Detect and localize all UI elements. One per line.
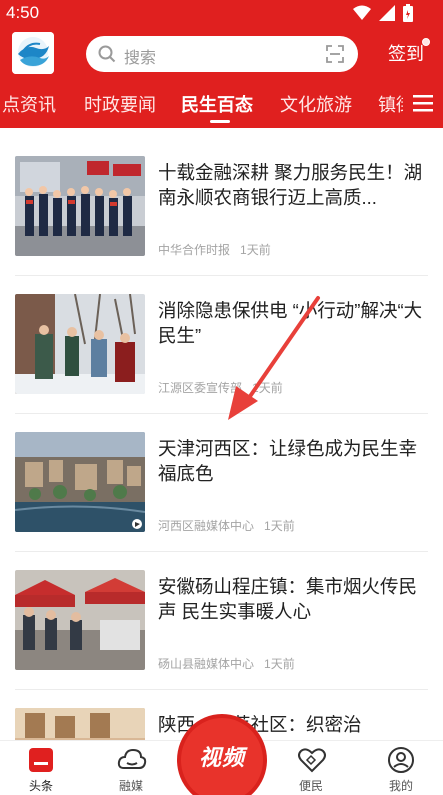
- active-tab-indicator: [210, 120, 230, 123]
- article-time: 1天前: [240, 243, 271, 257]
- article-source: 中华合作时报: [158, 243, 231, 257]
- article-item[interactable]: 安徽砀山程庄镇：集市烟火传民声 民生实事暖人心 砀山县融媒体中心 1天前: [0, 552, 443, 690]
- tab-wenhua[interactable]: 文化旅游: [280, 91, 352, 117]
- battery-icon: [403, 4, 413, 22]
- article-title: 安徽砀山程庄镇：集市烟火传民声 民生实事暖人心: [158, 576, 418, 622]
- nav-mine[interactable]: 我的: [371, 741, 431, 795]
- article-thumbnail: [15, 156, 145, 256]
- article-thumbnail: [15, 294, 145, 394]
- app-logo-icon: [12, 32, 54, 74]
- article-source: 河西区融媒体中心: [158, 519, 255, 533]
- nav-label: 融媒: [118, 779, 143, 793]
- article-item[interactable]: 天津河西区：让绿色成为民生幸福底色 河西区融媒体中心 1天前: [0, 414, 443, 552]
- user-icon: [388, 747, 414, 773]
- article-title: 消除隐患保供电 “小行动”解决“大民生”: [158, 300, 423, 346]
- article-source: 砀山县融媒体中心: [158, 657, 255, 671]
- status-time: 4:50: [6, 3, 40, 22]
- search-placeholder: 搜索: [124, 50, 157, 67]
- article-title: 十载金融深耕 聚力服务民生！湖南永顺农商银行迈上高质...: [158, 162, 423, 208]
- article-source: 江源区委宣传部: [158, 381, 243, 395]
- article-thumbnail: [15, 432, 145, 532]
- headline-icon: [29, 748, 53, 772]
- tab-minsheng[interactable]: 民生百态: [181, 91, 253, 117]
- search-bar[interactable]: 搜索: [86, 36, 358, 72]
- tab-dianzixun[interactable]: 点资讯: [2, 91, 56, 117]
- article-meta: 砀山县融媒体中心 1天前: [158, 655, 305, 672]
- nav-services[interactable]: 便民: [281, 741, 341, 795]
- status-bar: 4:50: [0, 0, 443, 26]
- tab-shizheng[interactable]: 时政要闻: [84, 91, 156, 117]
- signal-icon: [379, 5, 395, 21]
- nav-label: 便民: [298, 779, 323, 793]
- category-tabs: 点资讯 时政要闻 民生百态 文化旅游 镇街: [0, 80, 443, 128]
- top-header: 搜索 签到: [0, 26, 443, 80]
- nav-label: 头条: [28, 779, 53, 793]
- article-meta: 河西区融媒体中心 1天前: [158, 517, 305, 534]
- video-label: 视频: [198, 745, 245, 770]
- cloud-icon: [117, 748, 147, 769]
- article-item[interactable]: 十载金融深耕 聚力服务民生！湖南永顺农商银行迈上高质... 中华合作时报 1天前: [0, 138, 443, 276]
- article-meta: 中华合作时报 1天前: [158, 241, 281, 258]
- video-button[interactable]: 视频: [175, 712, 269, 795]
- article-time: 1天前: [264, 519, 295, 533]
- nav-media[interactable]: 融媒: [101, 741, 161, 795]
- menu-icon[interactable]: [413, 95, 433, 112]
- article-title: 天津河西区：让绿色成为民生幸福底色: [158, 438, 418, 484]
- status-icons: [353, 4, 413, 22]
- article-thumbnail: [15, 708, 145, 740]
- article-item[interactable]: 消除隐患保供电 “小行动”解决“大民生” 江源区委宣传部 1天前: [0, 276, 443, 414]
- signin-button[interactable]: 签到: [388, 40, 424, 66]
- wifi-icon: [353, 5, 371, 20]
- article-time: 1天前: [264, 657, 295, 671]
- article-time: 1天前: [252, 381, 283, 395]
- article-meta: 江源区委宣传部 1天前: [158, 379, 293, 396]
- search-icon: [98, 45, 116, 63]
- nav-headline[interactable]: 头条: [11, 741, 71, 795]
- nav-label: 我的: [388, 779, 413, 793]
- scan-icon[interactable]: [326, 45, 344, 63]
- heart-hands-icon: [298, 748, 326, 773]
- app-logo[interactable]: [12, 32, 54, 74]
- article-thumbnail: [15, 570, 145, 670]
- signin-badge-dot: [422, 38, 430, 46]
